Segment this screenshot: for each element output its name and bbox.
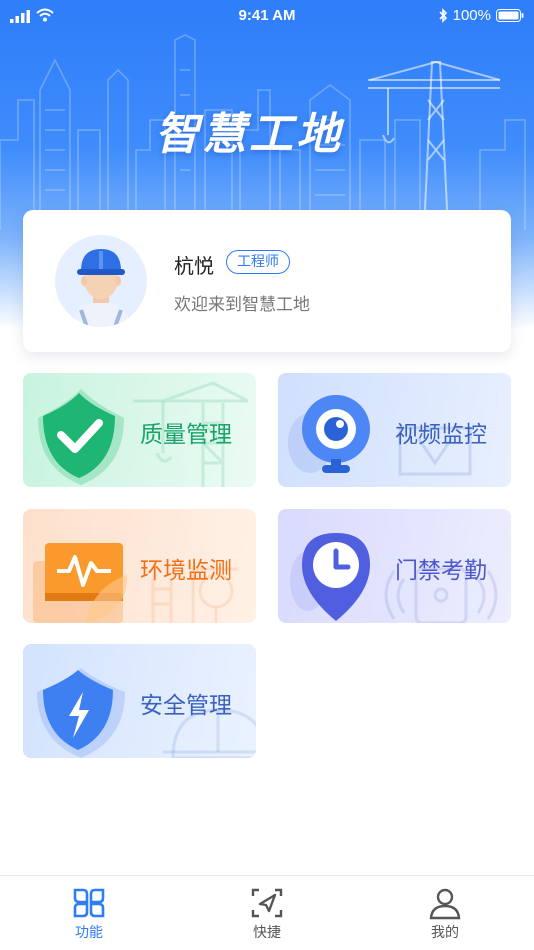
tile-quality-management[interactable]: 质量管理 (23, 373, 256, 487)
battery-percent: 100% (452, 7, 491, 24)
tile-label: 环境监测 (140, 558, 232, 584)
tile-label: 质量管理 (140, 422, 232, 448)
tile-environment-monitoring[interactable]: 环境监测 (23, 509, 256, 623)
bluetooth-icon (439, 8, 447, 23)
tab-label: 快捷 (253, 925, 281, 941)
user-icon (429, 888, 461, 920)
profile-card[interactable]: 杭悦 工程师 欢迎来到智慧工地 (23, 210, 511, 352)
tab-functions[interactable]: 功能 (0, 876, 178, 950)
battery-icon (496, 9, 524, 22)
tab-label: 我的 (431, 925, 459, 941)
welcome-text: 欢迎来到智慧工地 (174, 295, 310, 315)
tile-label: 安全管理 (140, 693, 232, 719)
tile-label: 视频监控 (395, 422, 487, 448)
tile-safety-management[interactable]: 安全管理 (23, 644, 256, 758)
app-title: 智慧工地 (155, 109, 343, 160)
status-bar: 9:41 AM 100% (0, 0, 534, 34)
avatar (55, 235, 147, 327)
tile-label: 门禁考勤 (395, 558, 487, 584)
tab-bar: 功能 快捷 我的 (0, 875, 534, 950)
role-badge: 工程师 (226, 250, 290, 274)
grid-icon (73, 888, 105, 918)
tab-label: 功能 (75, 925, 103, 941)
tab-mine[interactable]: 我的 (356, 876, 534, 950)
send-icon (251, 888, 283, 918)
user-name: 杭悦 (174, 254, 214, 278)
tile-video-monitoring[interactable]: 视频监控 (278, 373, 511, 487)
tile-access-attendance[interactable]: 门禁考勤 (278, 509, 511, 623)
tab-shortcuts[interactable]: 快捷 (178, 876, 356, 950)
